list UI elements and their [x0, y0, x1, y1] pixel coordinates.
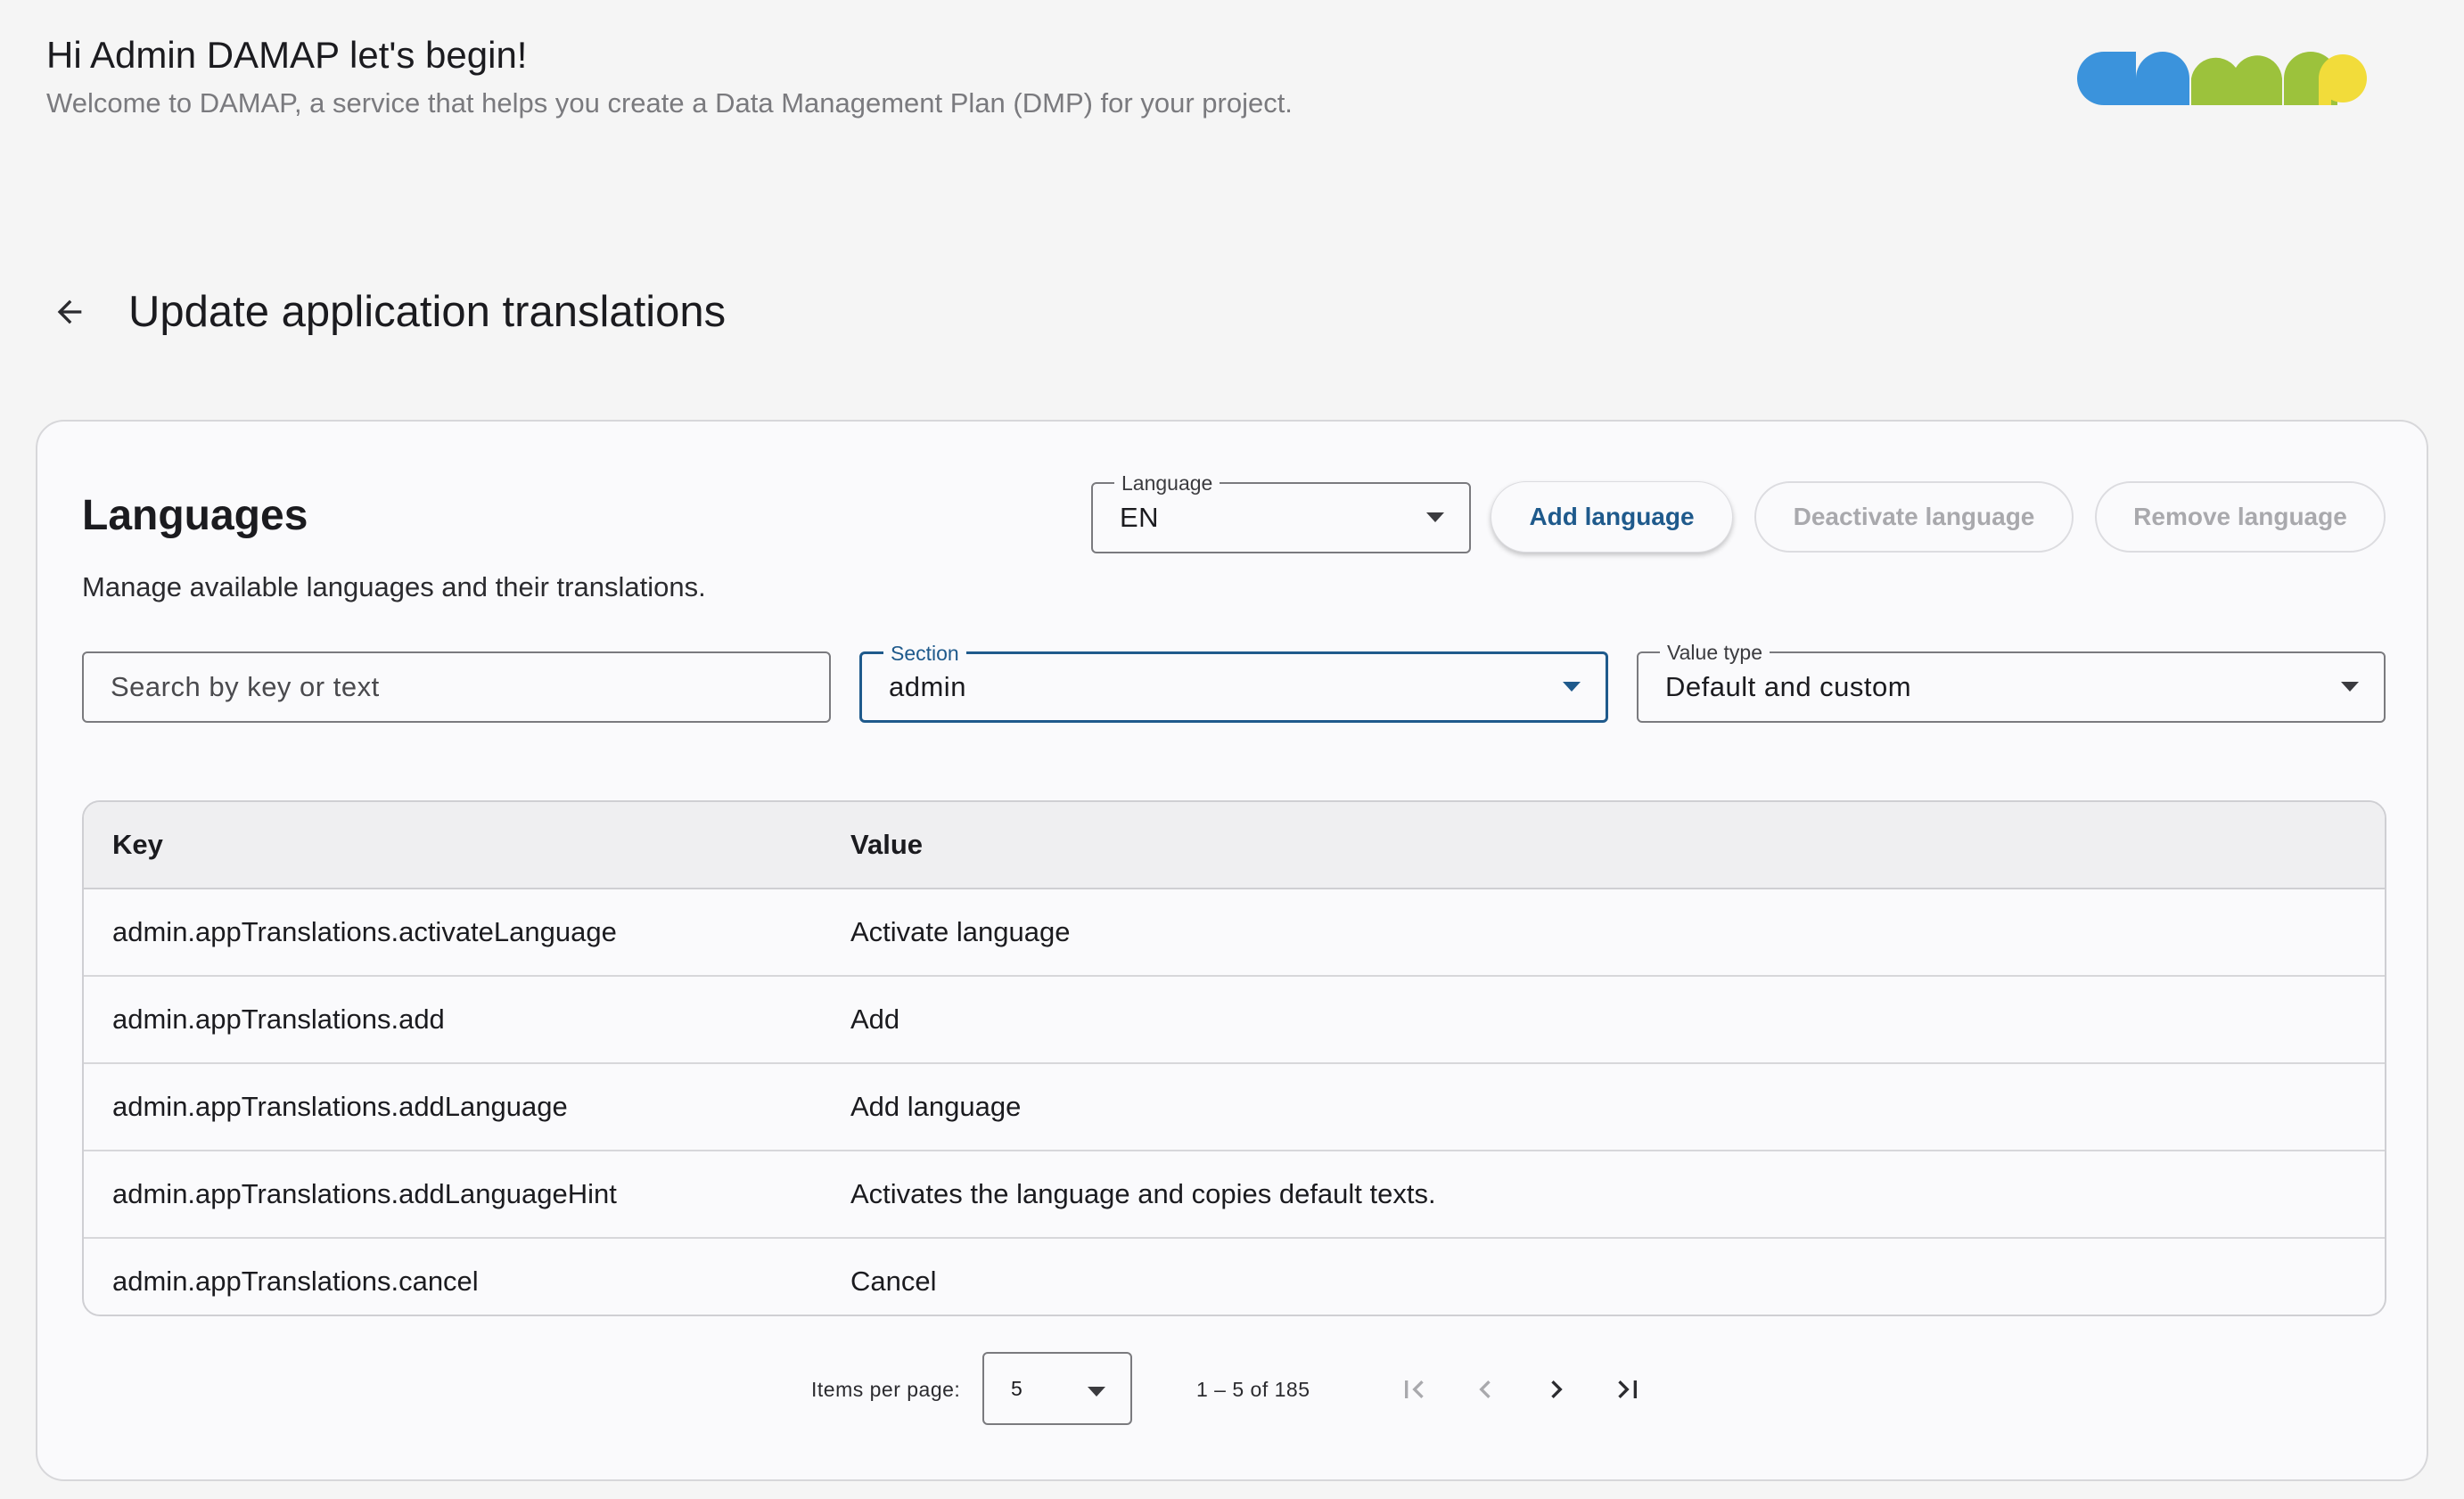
paginator: Items per page: 5 1 – 5 of 185 — [37, 1352, 2427, 1427]
table-row[interactable]: admin.appTranslations.addLanguageHint Ac… — [84, 1151, 2385, 1239]
items-per-page-label: Items per page: — [811, 1377, 961, 1401]
section-select-value: admin — [889, 671, 966, 702]
back-button[interactable] — [41, 283, 98, 340]
items-per-page-value: 5 — [1011, 1376, 1023, 1400]
greeting-text: Hi Admin DAMAP let's begin! — [46, 34, 528, 76]
items-per-page-select[interactable]: 5 — [982, 1352, 1132, 1425]
row-value: Add — [850, 1003, 900, 1035]
row-value: Add language — [850, 1091, 1022, 1122]
card-title: Languages — [82, 492, 308, 539]
search-input[interactable] — [84, 653, 829, 721]
row-key: admin.appTranslations.addLanguageHint — [112, 1178, 617, 1209]
section-select[interactable]: Section admin — [859, 642, 1608, 723]
card-subtitle: Manage available languages and their tra… — [82, 571, 706, 602]
chevron-right-icon — [1551, 1380, 1563, 1398]
column-header-value[interactable]: Value — [850, 829, 2385, 861]
chevron-down-icon — [1088, 1387, 1105, 1397]
row-key: admin.appTranslations.activateLanguage — [112, 916, 617, 947]
row-key: admin.appTranslations.add — [112, 1003, 445, 1035]
language-select-value: EN — [1120, 502, 1160, 533]
remove-language-button[interactable]: Remove language — [2095, 481, 2386, 553]
page-range-label: 1 – 5 of 185 — [1196, 1377, 1310, 1401]
table-row[interactable]: admin.appTranslations.cancel Cancel — [84, 1239, 2385, 1315]
table-header: Key Value — [84, 802, 2385, 889]
first-page-icon — [1405, 1380, 1424, 1398]
table-row[interactable]: admin.appTranslations.addLanguage Add la… — [84, 1064, 2385, 1151]
row-value: Activate language — [850, 916, 1071, 947]
value-type-select[interactable]: Value type Default and custom — [1637, 641, 2386, 723]
row-value: Activates the language and copies defaul… — [850, 1178, 1436, 1209]
last-page-icon — [1618, 1380, 1637, 1398]
deactivate-language-button[interactable]: Deactivate language — [1754, 481, 2074, 553]
damap-logo — [2077, 52, 2367, 105]
page-title: Update application translations — [128, 288, 727, 336]
welcome-text: Welcome to DAMAP, a service that helps y… — [46, 87, 1293, 119]
page-heading: Update application translations — [46, 276, 726, 348]
table-row[interactable]: admin.appTranslations.add Add — [84, 977, 2385, 1064]
language-select[interactable]: Language EN — [1091, 471, 1471, 553]
search-field[interactable] — [82, 651, 831, 723]
table-row[interactable]: admin.appTranslations.activateLanguage A… — [84, 889, 2385, 977]
page-header: Hi Admin DAMAP let's begin! Welcome to D… — [46, 30, 1293, 119]
chevron-down-icon — [1426, 512, 1444, 522]
chevron-down-icon — [2341, 682, 2359, 692]
next-page-button[interactable] — [1528, 1361, 1585, 1418]
languages-card: Languages Manage available languages and… — [36, 420, 2428, 1481]
chevron-left-icon — [1479, 1380, 1491, 1398]
chevron-down-icon — [1563, 682, 1581, 692]
previous-page-button[interactable] — [1457, 1361, 1514, 1418]
arrow-left-icon — [57, 299, 82, 324]
row-key: admin.appTranslations.addLanguage — [112, 1091, 568, 1122]
translations-table: Key Value admin.appTranslations.activate… — [82, 800, 2386, 1316]
add-language-button[interactable]: Add language — [1491, 481, 1733, 553]
value-type-select-value: Default and custom — [1665, 671, 1912, 702]
row-value: Cancel — [850, 1266, 937, 1297]
last-page-button[interactable] — [1599, 1361, 1656, 1418]
first-page-button[interactable] — [1385, 1361, 1442, 1418]
row-key: admin.appTranslations.cancel — [112, 1266, 479, 1297]
column-header-key[interactable]: Key — [84, 829, 850, 861]
